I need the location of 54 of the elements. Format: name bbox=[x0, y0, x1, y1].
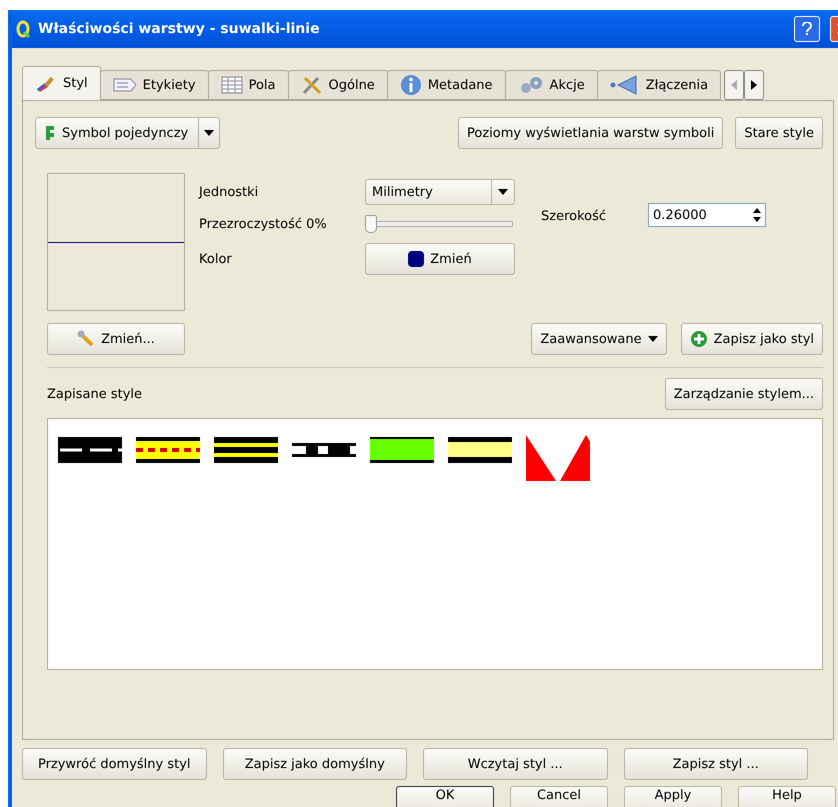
tab[interactable]: Etykiety bbox=[100, 70, 209, 100]
dialog-button[interactable]: Help bbox=[738, 786, 836, 807]
scroll-right-button[interactable] bbox=[744, 70, 764, 100]
width-spinbox[interactable]: 0.26000 bbox=[648, 203, 766, 227]
units-label: Jednostki bbox=[199, 184, 260, 200]
transparency-slider[interactable] bbox=[365, 215, 513, 233]
change-symbol-button[interactable]: Zmień... bbox=[47, 323, 185, 355]
color-button[interactable]: Zmień bbox=[365, 243, 515, 275]
label-icon bbox=[112, 78, 137, 92]
table-icon bbox=[220, 76, 243, 94]
old-styles-button[interactable]: Stare style bbox=[735, 117, 823, 149]
left-arrow-icon bbox=[731, 80, 738, 90]
slider-thumb[interactable] bbox=[365, 215, 377, 233]
info-icon bbox=[400, 74, 422, 96]
plus-icon bbox=[690, 330, 708, 348]
wrench-icon bbox=[77, 330, 96, 348]
dialog-button[interactable]: Cancel bbox=[510, 786, 608, 807]
symbol-levels-button[interactable]: Poziomy wyświetlania warstw symboli bbox=[458, 117, 724, 149]
width-label: Szerokość bbox=[541, 209, 606, 224]
dropdown-caret-icon bbox=[498, 189, 508, 195]
dialog-button[interactable]: Apply bbox=[624, 786, 722, 807]
app-logo-icon bbox=[16, 20, 30, 38]
tab[interactable]: Akcje bbox=[504, 70, 598, 100]
dropdown-caret-icon bbox=[204, 130, 214, 136]
tab[interactable]: Pola bbox=[208, 70, 289, 100]
window-title: Właściwości warstwy - suwalki-linie bbox=[38, 21, 321, 37]
color-label: Kolor bbox=[199, 252, 233, 266]
road-symbol-icon bbox=[136, 435, 200, 465]
renderer-dropdown[interactable]: Symbol pojedynczy bbox=[35, 117, 220, 149]
dropdown-caret-icon bbox=[648, 336, 658, 342]
tab[interactable]: Ogólne bbox=[288, 70, 388, 100]
style-action-button[interactable]: Przywróć domyślny styl bbox=[22, 748, 206, 780]
save-as-style-button[interactable]: Zapisz jako styl bbox=[680, 323, 823, 355]
tab[interactable]: Metadane bbox=[386, 70, 506, 100]
band-symbol-icon bbox=[370, 435, 434, 465]
style-manager-button[interactable]: Zarządzanie stylem... bbox=[664, 378, 823, 410]
advanced-dropdown[interactable]: Zaawansowane bbox=[531, 323, 667, 355]
triangles-symbol-icon bbox=[526, 435, 590, 481]
style-action-button[interactable]: Zapisz styl ... bbox=[624, 748, 808, 780]
style-action-button[interactable]: Wczytaj styl ... bbox=[423, 748, 608, 780]
right-arrow-icon bbox=[751, 80, 758, 90]
saved-styles-label: Zapisane style bbox=[47, 386, 142, 402]
double-line-symbol-icon bbox=[448, 435, 512, 465]
road-symbol-icon bbox=[58, 435, 122, 465]
transparency-label: Przezroczystość 0% bbox=[199, 216, 328, 232]
tab[interactable]: Styl bbox=[22, 66, 101, 100]
help-button[interactable] bbox=[794, 16, 820, 42]
style-action-button[interactable]: Zapisz jako domyślny bbox=[222, 748, 407, 780]
hammer-wrench-icon bbox=[300, 75, 323, 95]
tab[interactable]: Złączenia bbox=[596, 70, 722, 100]
question-mark-icon bbox=[802, 22, 812, 36]
units-dropdown[interactable]: Milimetry bbox=[365, 179, 515, 205]
renderer-icon bbox=[44, 124, 56, 142]
dialog-button[interactable]: OK bbox=[396, 786, 494, 807]
